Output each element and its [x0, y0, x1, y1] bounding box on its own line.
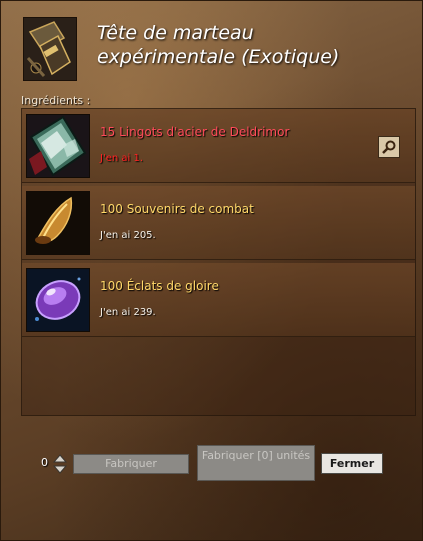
chevron-up-icon [52, 454, 68, 463]
ingredient-name: 100 Souvenirs de combat [100, 202, 254, 216]
craft-units-label: Fabriquer [0] unités [201, 449, 311, 462]
ingot-icon [26, 114, 90, 178]
craft-units-button[interactable]: Fabriquer [0] unités [197, 445, 315, 481]
ingredient-owned: J'en ai 239. [100, 307, 156, 318]
glory-shard-icon [26, 268, 90, 332]
list-item[interactable]: 100 Éclats de gloire J'en ai 239. [22, 263, 415, 337]
hammer-head-icon [23, 17, 77, 81]
recipe-header: Tête de marteau expérimentale (Exotique) [23, 17, 413, 85]
ingredients-list: 15 Lingots d'acier de Deldrimor J'en ai … [21, 108, 416, 416]
craft-quantity: 0 [41, 456, 48, 469]
magnifier-icon [382, 140, 396, 154]
crafting-window: Tête de marteau expérimentale (Exotique)… [0, 0, 423, 541]
list-item[interactable]: 100 Souvenirs de combat J'en ai 205. [22, 186, 415, 260]
recipe-title: Tête de marteau expérimentale (Exotique) [97, 22, 340, 68]
ingredient-owned: J'en ai 205. [100, 230, 156, 241]
ingredients-label: Ingrédients : [21, 94, 91, 107]
craft-button[interactable]: Fabriquer [73, 454, 189, 474]
ingredient-name: 100 Éclats de gloire [100, 279, 219, 293]
memento-icon [26, 191, 90, 255]
close-button[interactable]: Fermer [321, 453, 383, 474]
chevron-down-icon [52, 465, 68, 474]
ingredient-owned: J'en ai 1. [100, 153, 143, 164]
list-item[interactable]: 15 Lingots d'acier de Deldrimor J'en ai … [22, 109, 415, 183]
quantity-stepper[interactable] [52, 454, 68, 474]
ingredient-name: 15 Lingots d'acier de Deldrimor [100, 125, 290, 139]
search-button[interactable] [378, 136, 400, 158]
